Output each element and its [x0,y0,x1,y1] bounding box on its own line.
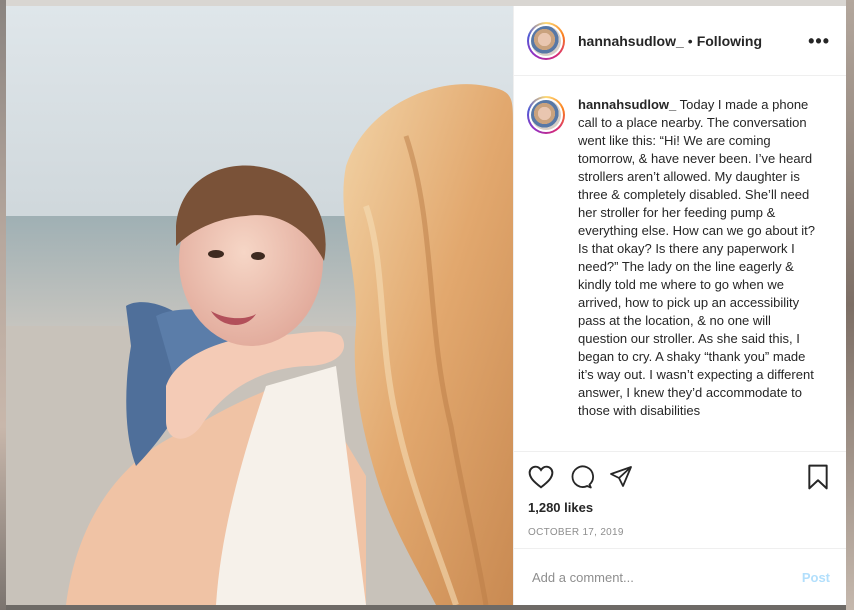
more-icon[interactable]: ••• [808,32,830,50]
action-icons [528,462,830,492]
caption-avatar-frame [529,98,563,132]
caption-section: hannahsudlow_ Today I made a phone call … [514,76,846,451]
post-date: OCTOBER 17, 2019 [528,527,624,538]
caption-avatar[interactable] [527,96,565,134]
share-icon[interactable] [608,465,634,489]
action-bar: 1,280 likes OCTOBER 17, 2019 [514,451,846,548]
likes-count[interactable]: 1,280 likes [528,500,830,515]
avatar[interactable] [527,21,565,60]
comment-icon[interactable] [568,465,594,489]
header-separator: • [687,32,693,49]
caption-text: hannahsudlow_ Today I made a phone call … [578,96,818,420]
caption-body: Today I made a phone call to a place nea… [578,97,816,418]
header-username[interactable]: hannahsudlow_ [578,33,684,49]
comment-input[interactable] [530,568,802,586]
post-header: hannahsudlow_ • Following ••• [514,6,846,76]
caption-avatar-image [531,100,561,130]
caption-username[interactable]: hannahsudlow_ [578,97,676,112]
heart-icon[interactable] [528,465,554,489]
post-panel: hannahsudlow_ • Following ••• hannahsudl… [513,6,846,605]
post-button[interactable]: Post [802,570,830,585]
post-modal: hannahsudlow_ • Following ••• hannahsudl… [6,6,846,605]
bookmark-icon[interactable] [806,464,830,490]
backdrop-right [846,0,854,610]
comment-box: Post [514,548,846,605]
following-button[interactable]: Following [697,33,762,49]
avatar-image [531,25,561,56]
avatar-frame [529,23,563,58]
post-photo[interactable] [6,6,513,605]
